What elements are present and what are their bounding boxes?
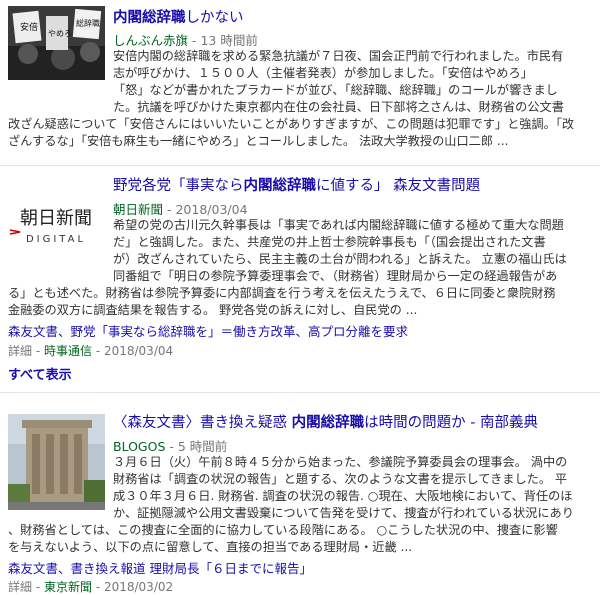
result-2-snippet-wide: る」とも述べた。財務省は参院予算委に内部調査を行う考えを伝えたうえで、６日に同委… xyxy=(8,286,556,317)
logo-wordmark: 朝日新聞 xyxy=(20,208,92,229)
result-2-related-link[interactable]: 森友文書、野党「事実なら総辞職を」＝働き方改革、高プロ分離を要求 xyxy=(8,321,408,340)
result-3-source: BLOGOS - 5 時間前 xyxy=(113,439,228,454)
result-2-detail: 詳細 - 時事通信 - 2018/03/04 xyxy=(8,344,174,358)
result-3-title[interactable]: 〈森友文書〉書き換え疑惑 内閣総辞職は時間の問題か - 南部義典 xyxy=(113,414,538,432)
result-3-related-link[interactable]: 森友文書、書き換え報道 理財局長「６日までに報告」 xyxy=(8,558,312,577)
result-3-snippet-wide: 、財務省としては、この捜査に全面的に協力している段階にある。 ○こうした状況の中… xyxy=(8,523,558,554)
separator xyxy=(0,165,600,166)
result-1-snippet: 安倍内閣の総辞職を求める緊急抗議が７日夜、国会正門前で行われました。市民有 志が… xyxy=(113,49,564,97)
result-1-source: しんぶん赤旗 - 13 時間前 xyxy=(113,33,258,48)
result-3-detail: 詳細 - 東京新聞 - 2018/03/02 xyxy=(8,580,174,594)
result-3-thumbnail[interactable] xyxy=(8,414,105,510)
news-result-3: 〈森友文書〉書き換え疑惑 内閣総辞職は時間の問題か - 南部義典 BLOGOS … xyxy=(0,398,600,594)
news-result-2: 朝日新聞 DIGITAL 野党各党「事実なら内閣総辞職に値する」 森友文書問題 … xyxy=(0,170,600,380)
result-1-snippet-wide: た。抗議を呼びかけた東京都内在住の会社員、日下部将之さんは、財務省の公文書 改ざ… xyxy=(8,100,575,148)
result-2-title[interactable]: 野党各党「事実なら内閣総辞職に値する」 森友文書問題 xyxy=(113,177,480,195)
sign-text-3: 総辞職 xyxy=(76,18,100,28)
result-2-snippet: 希望の党の古川元久幹事長は「事実であれば内閣総辞職に値する極めて重大な問題 だ」… xyxy=(113,218,567,283)
sign-text-2: やめろ xyxy=(48,29,72,38)
result-2-source: 朝日新聞 - 2018/03/04 xyxy=(113,202,248,217)
asahi-digital-logo[interactable]: 朝日新聞 DIGITAL xyxy=(8,200,105,252)
result-1-title[interactable]: 内閣総辞職しかない xyxy=(113,9,244,27)
result-3-snippet: ３月６日（火）午前８時４５分から始まった、参議院予算委員会の理事会。 渦中の 財… xyxy=(113,455,574,520)
news-result-1: 安倍 やめろ 総辞職 内閣総辞職しかない しんぶん赤旗 - 13 時間前 安倍内… xyxy=(0,0,600,150)
show-all-link[interactable]: すべて表示 xyxy=(8,364,72,383)
separator xyxy=(0,392,600,393)
sign-text-1: 安倍 xyxy=(20,21,38,33)
result-2-detail-source[interactable]: 時事通信 xyxy=(44,344,92,358)
logo-digital: DIGITAL xyxy=(26,234,86,245)
result-1-thumbnail[interactable]: 安倍 やめろ 総辞職 xyxy=(8,6,105,80)
result-3-detail-source[interactable]: 東京新聞 xyxy=(44,580,92,594)
